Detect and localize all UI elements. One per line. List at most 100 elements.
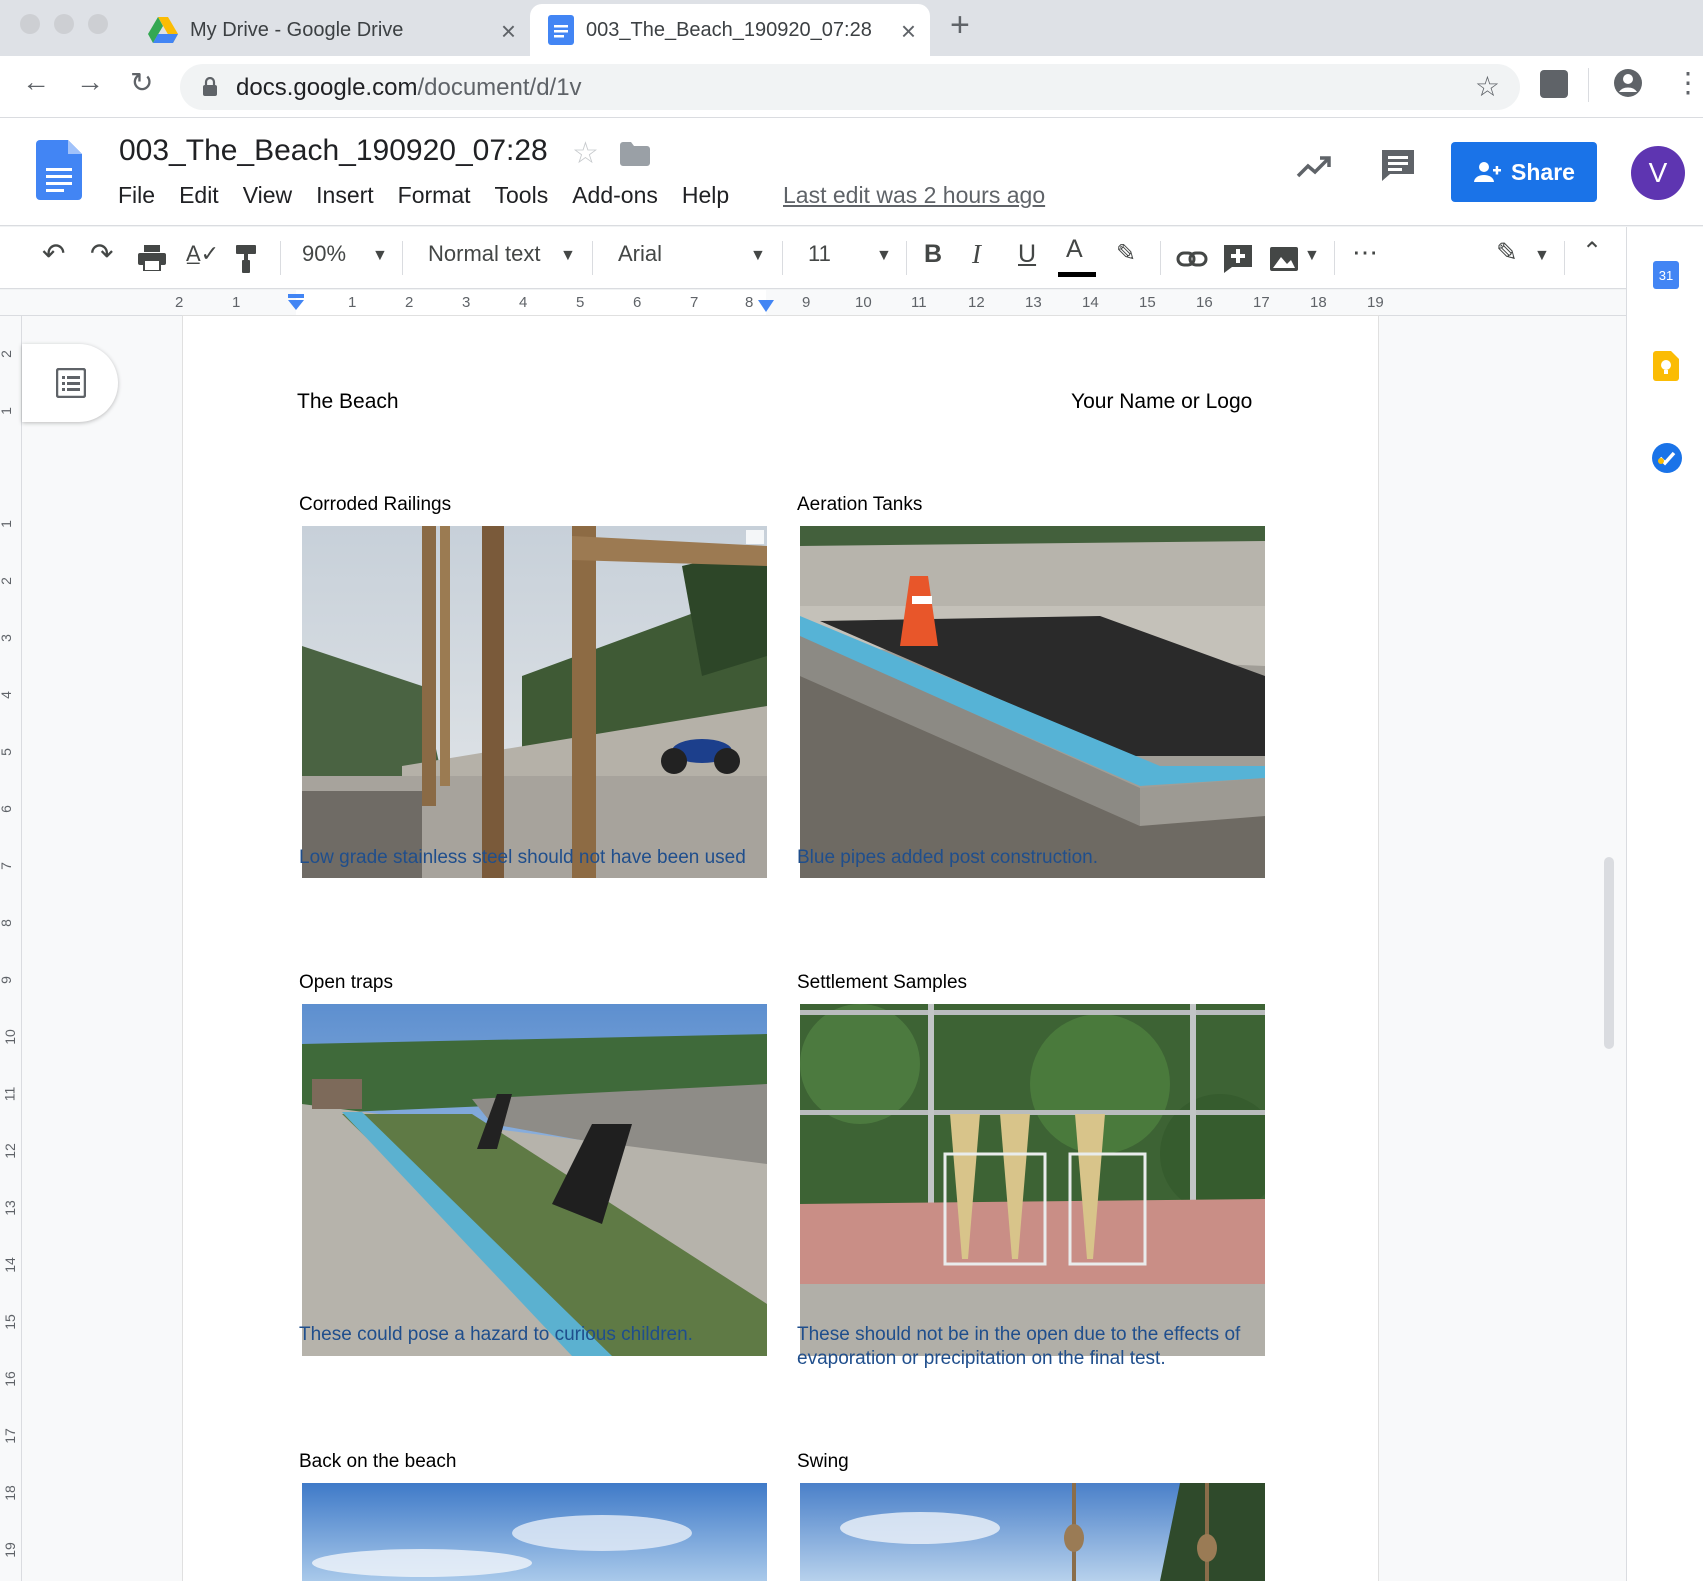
chevron-down-icon[interactable]: ▼ <box>560 247 576 265</box>
document-outline-button[interactable] <box>22 344 118 422</box>
font-select[interactable]: Arial <box>618 241 662 267</box>
ruler-number: 14 <box>1082 294 1099 311</box>
back-icon[interactable]: ← <box>22 66 50 98</box>
lock-icon <box>203 77 217 96</box>
reload-icon[interactable]: ↻ <box>130 66 153 99</box>
menu-view[interactable]: View <box>243 182 292 209</box>
photo-aeration-tanks[interactable] <box>800 526 1265 878</box>
railings-photo <box>302 526 767 878</box>
toolbar-divider <box>402 241 403 275</box>
tasks-icon[interactable] <box>1652 443 1682 473</box>
menu-format[interactable]: Format <box>398 182 471 209</box>
calendar-icon[interactable]: 31 <box>1653 261 1679 289</box>
chevron-down-icon[interactable]: ▼ <box>876 247 892 265</box>
chevron-down-icon[interactable]: ▼ <box>1304 247 1320 265</box>
activity-trend-icon[interactable] <box>1296 154 1332 178</box>
keep-icon[interactable] <box>1653 351 1679 381</box>
new-tab-icon[interactable]: + <box>950 6 970 45</box>
menu-addons[interactable]: Add-ons <box>572 182 658 209</box>
chevron-down-icon[interactable]: ▼ <box>750 247 766 265</box>
document-page[interactable]: The Beach Your Name or Logo Corroded Rai… <box>183 316 1378 1581</box>
cell-title[interactable]: Corroded Railings <box>299 494 451 516</box>
vertical-scrollbar[interactable] <box>1604 857 1614 1049</box>
close-icon[interactable]: × <box>501 16 516 47</box>
photo-caption[interactable]: These could pose a hazard to curious chi… <box>299 1323 769 1347</box>
redo-icon[interactable]: ↷ <box>90 237 113 270</box>
print-icon[interactable] <box>138 245 166 271</box>
star-icon[interactable]: ☆ <box>572 136 599 171</box>
photo-open-traps[interactable] <box>302 1004 767 1356</box>
paragraph-style-select[interactable]: Normal text <box>428 241 540 267</box>
photo-back-on-beach[interactable] <box>302 1483 767 1581</box>
paint-format-icon[interactable] <box>234 245 258 273</box>
cell-title[interactable]: Open traps <box>299 972 393 994</box>
photo-caption[interactable]: Blue pipes added post construction. <box>797 846 1267 870</box>
menu-file[interactable]: File <box>118 182 155 209</box>
spellcheck-icon[interactable]: A̲✓ <box>186 241 219 267</box>
insert-image-icon[interactable] <box>1270 247 1298 271</box>
ruler-number: 19 <box>1367 294 1384 311</box>
folder-icon[interactable] <box>620 142 650 166</box>
photo-caption[interactable]: Low grade stainless steel should not hav… <box>299 846 769 870</box>
share-button[interactable]: Share <box>1451 142 1597 202</box>
comment-icon[interactable] <box>1380 148 1416 182</box>
header-logo-text[interactable]: Your Name or Logo <box>1071 390 1252 414</box>
photo-settlement-samples[interactable] <box>800 1004 1265 1356</box>
toolbar-divider <box>1160 241 1161 275</box>
bookmark-star-icon[interactable]: ☆ <box>1475 70 1500 103</box>
url-field[interactable]: docs.google.com/document/d/1v ☆ <box>180 64 1520 110</box>
ruler-number: 12 <box>968 294 985 311</box>
photo-caption[interactable]: These should not be in the open due to t… <box>797 1323 1267 1371</box>
cell-title[interactable]: Swing <box>797 1451 849 1473</box>
ruler-number: 7 <box>0 862 14 870</box>
highlight-icon[interactable]: ✎ <box>1116 239 1136 268</box>
docs-logo-icon[interactable] <box>36 140 82 200</box>
more-options-button[interactable]: ⋯ <box>1352 237 1378 268</box>
window-minimize-dot[interactable] <box>54 14 74 34</box>
horizontal-ruler[interactable]: 2 1 1 2 3 4 5 6 7 8 9 10 11 12 13 14 15 … <box>0 290 1626 316</box>
more-vert-icon[interactable]: ⋮ <box>1674 66 1702 99</box>
window-zoom-dot[interactable] <box>88 14 108 34</box>
cell-title[interactable]: Settlement Samples <box>797 972 967 994</box>
menu-insert[interactable]: Insert <box>316 182 374 209</box>
bold-button[interactable]: B <box>924 240 942 269</box>
undo-icon[interactable]: ↶ <box>42 237 65 270</box>
avatar[interactable]: V <box>1631 146 1685 200</box>
tab-document[interactable]: 003_The_Beach_190920_07:28 × <box>530 4 930 56</box>
italic-button[interactable]: I <box>972 239 981 270</box>
ruler-number: 11 <box>911 294 927 311</box>
close-icon[interactable]: × <box>901 16 916 47</box>
right-indent-marker-icon[interactable] <box>756 298 776 314</box>
menu-tools[interactable]: Tools <box>495 182 549 209</box>
header-title[interactable]: The Beach <box>297 390 399 414</box>
photo-corroded-railings[interactable] <box>302 526 767 878</box>
extension-icon[interactable] <box>1540 70 1568 98</box>
add-comment-icon[interactable] <box>1224 245 1252 273</box>
toolbar-divider <box>1564 241 1565 275</box>
cell-title[interactable]: Aeration Tanks <box>797 494 922 516</box>
cell-title[interactable]: Back on the beach <box>299 1451 456 1473</box>
text-color-button[interactable]: A <box>1066 235 1083 264</box>
beach-photo <box>302 1483 767 1581</box>
photo-swing[interactable] <box>800 1483 1265 1581</box>
window-close-dot[interactable] <box>20 14 40 34</box>
underline-button[interactable]: U <box>1018 240 1036 269</box>
forward-icon[interactable]: → <box>76 66 104 98</box>
profile-icon[interactable] <box>1613 68 1643 98</box>
last-edit-link[interactable]: Last edit was 2 hours ago <box>783 182 1045 209</box>
url-host: docs.google.com <box>236 74 418 101</box>
editing-mode-pencil-icon[interactable]: ✎ <box>1496 237 1518 268</box>
vertical-ruler[interactable]: 2 1 1 2 3 4 5 6 7 8 9 10 11 12 13 14 15 … <box>0 316 22 1581</box>
zoom-select[interactable]: 90% <box>302 241 346 267</box>
chevron-down-icon[interactable]: ▼ <box>1534 247 1550 265</box>
font-size-select[interactable]: 11 <box>808 241 831 267</box>
menu-help[interactable]: Help <box>682 182 729 209</box>
document-title[interactable]: 003_The_Beach_190920_07:28 <box>119 134 548 168</box>
chevron-down-icon[interactable]: ▼ <box>372 247 388 265</box>
ruler-number: 15 <box>1 1314 18 1330</box>
collapse-toolbar-icon[interactable]: ⌃ <box>1582 237 1602 266</box>
indent-marker-icon[interactable] <box>286 292 306 312</box>
menu-edit[interactable]: Edit <box>179 182 219 209</box>
tab-my-drive[interactable]: My Drive - Google Drive × <box>140 4 530 56</box>
link-icon[interactable] <box>1176 251 1208 267</box>
